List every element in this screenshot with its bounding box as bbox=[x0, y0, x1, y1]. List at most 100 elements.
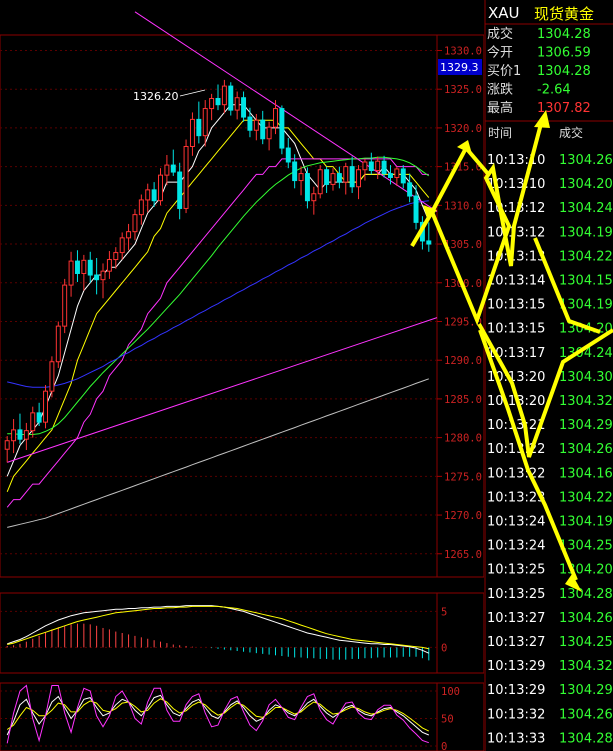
candle-body bbox=[106, 259, 112, 272]
price-tick-label: 1290.0 bbox=[444, 355, 482, 367]
price-tick-label: 1310.0 bbox=[444, 200, 482, 212]
candle-body bbox=[349, 166, 355, 188]
candle-body bbox=[368, 161, 374, 172]
macd-panel-frame bbox=[0, 592, 485, 674]
candle-body bbox=[343, 166, 349, 183]
candle-body bbox=[145, 189, 151, 201]
quote-label: 涨跌 bbox=[487, 82, 513, 98]
tick-price: 1304.20 bbox=[559, 177, 613, 192]
candle-body bbox=[119, 237, 125, 254]
tick-price: 1304.15 bbox=[559, 274, 613, 289]
candle-body bbox=[30, 412, 36, 432]
tick-price: 1304.16 bbox=[559, 466, 613, 481]
candle-body bbox=[279, 108, 285, 149]
kdj-tick-label: 50 bbox=[441, 714, 454, 726]
kdj-tick-label: 100 bbox=[441, 686, 460, 698]
candle-body bbox=[317, 169, 323, 195]
symbol-code: XAU bbox=[488, 4, 520, 22]
candle-body bbox=[81, 259, 87, 274]
candle-body bbox=[196, 118, 202, 137]
price-panel: 1330.01325.01320.01315.01310.01305.01300… bbox=[0, 11, 485, 578]
candle-body bbox=[215, 97, 221, 106]
macd-tick-label: 0 bbox=[441, 642, 447, 654]
quote-label: 最高 bbox=[487, 100, 513, 116]
quote-label: 成交 bbox=[487, 26, 513, 42]
candle-body bbox=[68, 260, 74, 286]
candle-body bbox=[394, 168, 400, 178]
tick-price: 1304.19 bbox=[559, 225, 613, 240]
tick-price: 1304.29 bbox=[559, 683, 613, 698]
tick-price: 1304.19 bbox=[559, 298, 613, 313]
tick-price: 1304.29 bbox=[559, 418, 613, 433]
candle-body bbox=[100, 270, 106, 281]
tick-time: 10:13:15 bbox=[487, 322, 545, 337]
candle-body bbox=[400, 168, 406, 184]
quote-value: 1304.28 bbox=[537, 27, 591, 42]
tick-time: 10:13:29 bbox=[487, 659, 545, 674]
tick-price: 1304.24 bbox=[559, 201, 613, 216]
tick-time: 10:13:27 bbox=[487, 635, 545, 650]
tick-time: 10:13:27 bbox=[487, 611, 545, 626]
candle-body bbox=[253, 119, 259, 131]
candle-body bbox=[158, 174, 163, 202]
candle-body bbox=[228, 85, 234, 111]
tick-time: 10:13:22 bbox=[487, 442, 545, 457]
candle-body bbox=[273, 108, 278, 128]
ticks-price-header: 成交 bbox=[559, 125, 583, 140]
tick-time: 10:13:33 bbox=[487, 731, 545, 746]
candle-body bbox=[36, 412, 42, 423]
candle-body bbox=[87, 259, 93, 276]
candle-body bbox=[189, 118, 195, 147]
candle-body bbox=[94, 274, 100, 281]
candle-body bbox=[113, 252, 119, 261]
quote-value: -2.64 bbox=[537, 83, 571, 98]
quote-value: 1306.59 bbox=[537, 46, 591, 61]
kdj-panel: 100 50 0 bbox=[0, 682, 485, 751]
candle-body bbox=[311, 193, 317, 202]
candle-body bbox=[49, 361, 55, 392]
candle-body bbox=[177, 171, 183, 209]
tick-price: 1304.32 bbox=[559, 394, 613, 409]
quote-table: 成交 1304.28今开 1306.59买价1 1304.28涨跌 -2.64最高 130… bbox=[487, 26, 591, 116]
candle-body bbox=[221, 85, 227, 106]
candle-body bbox=[138, 199, 144, 216]
tick-price: 1304.25 bbox=[559, 635, 613, 650]
tick-price: 1304.25 bbox=[559, 539, 613, 554]
tick-price: 1304.32 bbox=[559, 659, 613, 674]
quote-value: 1304.28 bbox=[537, 64, 591, 79]
kdj-tick-label: 0 bbox=[441, 741, 447, 751]
candle-body bbox=[292, 161, 298, 182]
tick-price: 1304.22 bbox=[559, 249, 613, 264]
candle-body bbox=[151, 189, 157, 202]
ticks-time-header: 时间 bbox=[488, 126, 512, 140]
candle-body bbox=[11, 429, 17, 442]
tick-time: 10:13:29 bbox=[487, 683, 545, 698]
candle-body bbox=[23, 430, 29, 440]
tick-time: 10:13:24 bbox=[487, 539, 545, 554]
tick-time: 10:13:25 bbox=[487, 587, 545, 602]
price-tick-label: 1305.0 bbox=[444, 239, 482, 251]
candle-body bbox=[285, 147, 291, 163]
macd-panel: 50 bbox=[0, 592, 485, 674]
candle-body bbox=[17, 429, 23, 440]
tick-price: 1304.26 bbox=[559, 611, 613, 626]
candle-body bbox=[183, 145, 189, 209]
candle-body bbox=[407, 182, 413, 197]
macd-tick-label: 5 bbox=[441, 606, 447, 618]
price-tick-label: 1285.0 bbox=[444, 394, 482, 406]
quote-label: 今开 bbox=[487, 45, 513, 61]
tick-time: 10:13:15 bbox=[487, 298, 545, 313]
current-price-label: 1329.3 bbox=[440, 61, 479, 74]
candle-body bbox=[202, 108, 208, 137]
candle-body bbox=[132, 214, 138, 233]
symbol-name: 现货黄金 bbox=[534, 5, 594, 23]
candle-body bbox=[43, 390, 49, 423]
tick-price: 1304.26 bbox=[559, 442, 613, 457]
tick-price: 1304.30 bbox=[559, 370, 613, 385]
candle-body bbox=[381, 160, 387, 175]
tick-time: 10:13:10 bbox=[487, 153, 545, 168]
candle-body bbox=[62, 284, 68, 327]
candle-body bbox=[387, 173, 393, 178]
tick-price: 1304.28 bbox=[559, 587, 613, 602]
gold-chart-canvas: 1330.01325.01320.01315.01310.01305.01300… bbox=[0, 0, 613, 751]
